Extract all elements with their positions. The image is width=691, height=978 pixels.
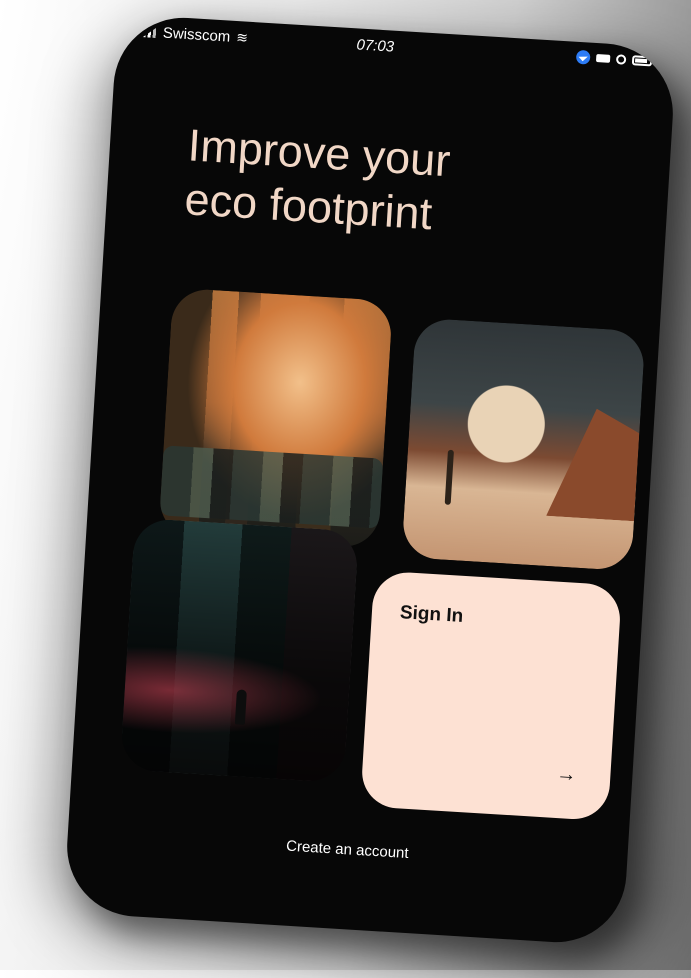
lock-rotation-icon [615, 54, 627, 65]
phone-screen: Swisscom ≋ 07:03 Improve your eco footpr… [63, 13, 677, 947]
sleep-icon [595, 54, 611, 63]
status-bar: Swisscom ≋ 07:03 [116, 14, 677, 88]
carrier-label: Swisscom [162, 24, 231, 46]
status-icons [575, 49, 653, 69]
traffic-shape [159, 445, 384, 529]
sign-in-label: Sign In [399, 602, 464, 627]
figure-silhouette [234, 689, 247, 725]
cactus-shape [444, 449, 454, 505]
ruined-city-illustration [119, 517, 359, 783]
page-title: Improve your eco footprint [183, 119, 452, 240]
signal-icon [143, 26, 158, 38]
carrier-group: Swisscom ≋ [142, 23, 249, 46]
desert-moon-illustration [401, 317, 646, 572]
mountain-shape [524, 405, 641, 522]
sign-in-card[interactable]: Sign In → [360, 570, 623, 822]
city-street-illustration [158, 287, 393, 549]
location-icon [575, 49, 591, 65]
clock: 07:03 [356, 36, 395, 56]
battery-icon [631, 55, 653, 67]
wifi-icon: ≋ [235, 29, 249, 46]
create-account-link[interactable]: Create an account [67, 824, 627, 875]
arrow-right-icon[interactable]: → [556, 763, 577, 787]
